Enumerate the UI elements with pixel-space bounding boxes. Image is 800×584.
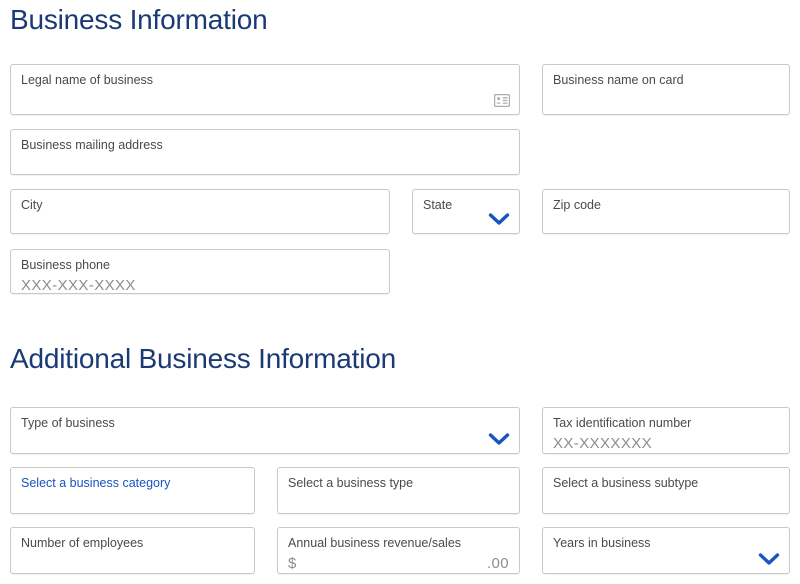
business-type-field[interactable]: Select a business type [277, 467, 520, 514]
city-field[interactable]: City [10, 189, 390, 234]
business-subtype-field[interactable]: Select a business subtype [542, 467, 790, 514]
years-in-business-dropdown[interactable]: Years in business [542, 527, 790, 574]
business-category-field[interactable]: Select a business category [10, 467, 255, 514]
type-of-business-dropdown[interactable]: Type of business [10, 407, 520, 454]
zip-code-field[interactable]: Zip code [542, 189, 790, 234]
tax-identification-number-placeholder: XX-XXXXXXX [553, 435, 653, 452]
business-information-form: Business Information Legal name of busin… [0, 0, 800, 584]
state-label: State [423, 198, 453, 212]
business-mailing-address-label: Business mailing address [21, 138, 163, 152]
contact-card-icon[interactable] [494, 94, 510, 107]
zip-code-label: Zip code [553, 198, 601, 212]
number-of-employees-label: Number of employees [21, 536, 144, 550]
business-name-on-card-field[interactable]: Business name on card [542, 64, 790, 115]
cents-suffix: .00 [486, 555, 509, 572]
annual-business-revenue-field[interactable]: Annual business revenue/sales $ .00 [277, 527, 520, 574]
legal-name-of-business-field[interactable]: Legal name of business [10, 64, 520, 115]
chevron-down-icon[interactable] [488, 212, 510, 226]
business-phone-label: Business phone [21, 258, 110, 272]
business-mailing-address-field[interactable]: Business mailing address [10, 129, 520, 175]
section-heading-additional-business-information: Additional Business Information [10, 343, 397, 374]
chevron-down-icon[interactable] [488, 432, 510, 446]
business-category-label: Select a business category [21, 476, 171, 490]
business-name-on-card-label: Business name on card [553, 73, 684, 87]
legal-name-of-business-label: Legal name of business [21, 73, 154, 87]
chevron-down-icon[interactable] [758, 552, 780, 566]
currency-prefix: $ [288, 555, 297, 572]
tax-identification-number-label: Tax identification number [553, 416, 692, 430]
type-of-business-label: Type of business [21, 416, 115, 430]
tax-identification-number-field[interactable]: Tax identification number XX-XXXXXXX [542, 407, 790, 454]
section-heading-business-information: Business Information [10, 4, 268, 35]
state-dropdown[interactable]: State [412, 189, 520, 234]
business-subtype-label: Select a business subtype [553, 476, 699, 490]
number-of-employees-field[interactable]: Number of employees [10, 527, 255, 574]
years-in-business-label: Years in business [553, 536, 651, 550]
business-phone-field[interactable]: Business phone XXX-XXX-XXXX [10, 249, 390, 294]
business-phone-placeholder: XXX-XXX-XXXX [21, 277, 136, 294]
annual-business-revenue-label: Annual business revenue/sales [288, 536, 462, 550]
business-type-label: Select a business type [288, 476, 414, 490]
city-label: City [21, 198, 43, 212]
